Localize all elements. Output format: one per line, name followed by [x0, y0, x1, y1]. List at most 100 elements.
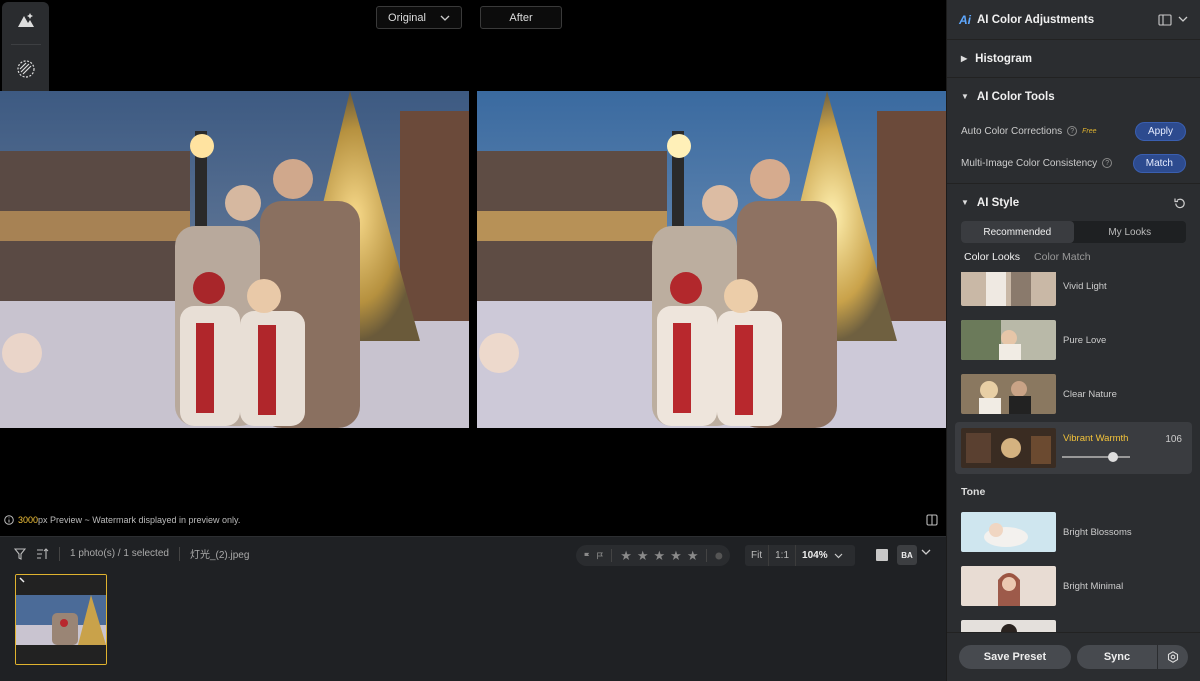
look-item[interactable]: Vivid Light	[955, 272, 1192, 312]
ai-style-label: AI Style	[976, 196, 1020, 209]
star-icon[interactable]: ★	[687, 549, 699, 562]
rating-bar: ★ ★ ★ ★ ★	[576, 545, 730, 566]
intensity-slider[interactable]	[1062, 456, 1130, 458]
histogram-header[interactable]: ▶ Histogram	[947, 40, 1200, 77]
star-icon[interactable]: ★	[670, 549, 682, 562]
look-thumbnail	[961, 320, 1056, 360]
toolbar-divider	[59, 546, 60, 561]
multi-image-row: Multi-Image Color Consistency ? Match	[947, 147, 1200, 179]
look-name: Clear Nature	[1063, 388, 1117, 400]
rating-divider	[611, 549, 613, 562]
help-icon[interactable]: ?	[1067, 126, 1078, 136]
after-photo	[477, 91, 946, 428]
toolbar-divider	[178, 546, 180, 561]
zoom-dropdown[interactable]: 104%	[796, 545, 849, 566]
color-tools-label: AI Color Tools	[976, 90, 1055, 103]
look-thumbnail	[961, 272, 1056, 306]
histogram-label: Histogram	[975, 52, 1033, 65]
panel-header: Ai AI Color Adjustments	[947, 0, 1200, 40]
photo-thumbnail[interactable]	[15, 574, 107, 665]
image-viewer: Original After 3000px Preview ~ Watermar…	[0, 0, 946, 536]
adjust-icon[interactable]	[13, 7, 39, 33]
look-thumbnail	[961, 374, 1056, 414]
after-label: After	[509, 11, 533, 24]
auto-color-row: Auto Color Corrections ? Free Apply	[947, 115, 1200, 147]
save-preset-button[interactable]: Save Preset	[959, 645, 1071, 669]
slider-handle[interactable]	[1108, 452, 1118, 462]
ai-logo: Ai	[959, 12, 971, 27]
sort-icon[interactable]	[36, 547, 49, 560]
zoom-controls: Fit 1:1 104%	[745, 545, 855, 566]
chevron-down-icon[interactable]	[1178, 16, 1188, 23]
panel-layout-icon[interactable]	[1158, 13, 1172, 26]
look-name: Bright Blossoms	[1063, 526, 1132, 538]
help-icon[interactable]: ?	[1102, 158, 1113, 168]
panel-title: AI Color Adjustments	[977, 13, 1095, 26]
looks-subtabs: Color Looks Color Match	[947, 243, 1200, 267]
zoom-fit-button[interactable]: Fit	[745, 545, 770, 566]
preview-resolution: 3000	[18, 515, 39, 525]
reset-icon[interactable]	[1174, 197, 1186, 209]
look-thumbnail	[961, 566, 1056, 606]
multi-image-label: Multi-Image Color Consistency	[961, 157, 1098, 169]
chevron-down-icon	[834, 553, 843, 558]
look-item[interactable]: Clear Nature	[955, 368, 1192, 420]
after-label-button[interactable]: After	[480, 6, 562, 29]
chevron-down-icon	[440, 15, 450, 21]
ai-style-header[interactable]: ▼ AI Style	[947, 184, 1200, 221]
view-mode-dropdown[interactable]: Original	[376, 6, 462, 29]
match-button[interactable]: Match	[1132, 153, 1186, 173]
look-intensity-value: 106	[1165, 434, 1182, 445]
filename: 灯光_(2).jpeg	[189, 550, 250, 561]
before-after-view-button[interactable]: BA	[897, 545, 917, 565]
look-name: Pure Love	[1063, 334, 1107, 346]
sync-settings-icon[interactable]	[1158, 645, 1188, 669]
look-item[interactable]	[955, 614, 1192, 632]
color-tools-header[interactable]: ▼ AI Color Tools	[947, 78, 1200, 115]
look-item[interactable]: Pure Love	[955, 314, 1192, 366]
filter-icon[interactable]	[14, 547, 26, 560]
look-item[interactable]: Bright Blossoms	[955, 506, 1192, 558]
look-name: Bright Minimal	[1063, 580, 1124, 592]
photo-count: 1 photo(s) / 1 selected	[70, 548, 169, 559]
subtab-color-looks[interactable]: Color Looks	[964, 251, 1020, 267]
ai-style-section: ▼ AI Style Recommended My Looks Color Lo…	[947, 184, 1200, 267]
tab-my-looks[interactable]: My Looks	[1074, 221, 1187, 243]
style-tabs: Recommended My Looks	[961, 221, 1186, 243]
filmstrip-panel: 1 photo(s) / 1 selected 灯光_(2).jpeg ★ ★ …	[0, 536, 946, 681]
star-icon[interactable]: ★	[620, 549, 632, 562]
adjustments-panel: Ai AI Color Adjustments ▶ Histogram ▼ AI…	[946, 0, 1200, 681]
chevron-down-icon[interactable]	[921, 549, 931, 556]
look-item[interactable]: Bright Minimal	[955, 560, 1192, 612]
original-photo	[0, 91, 469, 428]
flag-icon[interactable]	[583, 551, 591, 561]
single-view-icon[interactable]	[876, 549, 888, 561]
split-view-icon[interactable]	[926, 513, 938, 531]
noise-icon[interactable]	[13, 56, 39, 82]
tab-recommended[interactable]: Recommended	[961, 221, 1074, 243]
sync-button[interactable]: Sync	[1077, 645, 1157, 669]
color-label-icon[interactable]	[715, 551, 723, 561]
panel-footer: Save Preset Sync	[947, 632, 1200, 681]
star-icon[interactable]: ★	[637, 549, 649, 562]
color-tools-section: ▼ AI Color Tools Auto Color Corrections …	[947, 78, 1200, 184]
rail-divider	[10, 44, 41, 46]
apply-button[interactable]: Apply	[1134, 121, 1186, 141]
free-badge: Free	[1082, 127, 1097, 135]
look-name: Vivid Light	[1063, 280, 1107, 292]
histogram-section: ▶ Histogram	[947, 40, 1200, 78]
auto-color-label: Auto Color Corrections	[961, 125, 1063, 137]
rating-divider	[706, 549, 708, 562]
caret-down-icon: ▼	[961, 198, 969, 207]
look-thumbnail	[961, 620, 1056, 632]
look-item-selected[interactable]: Vibrant Warmth 106	[955, 422, 1192, 474]
watermark-text: px Preview ~ Watermark displayed in prev…	[38, 515, 241, 525]
zoom-1to1-button[interactable]: 1:1	[769, 545, 797, 566]
filmstrip-toolbar: 1 photo(s) / 1 selected 灯光_(2).jpeg	[14, 546, 249, 561]
reject-flag-icon[interactable]	[596, 551, 604, 561]
star-icon[interactable]: ★	[654, 549, 666, 562]
tone-heading: Tone	[961, 486, 986, 498]
look-thumbnail	[961, 512, 1056, 552]
caret-right-icon: ▶	[961, 54, 968, 63]
subtab-color-match[interactable]: Color Match	[1034, 251, 1091, 267]
